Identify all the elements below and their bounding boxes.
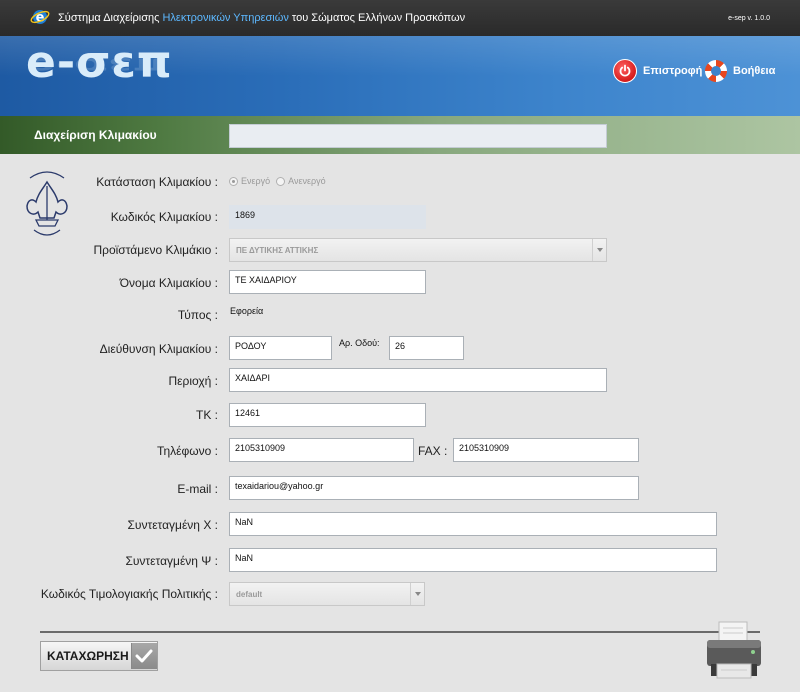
checkmark-icon bbox=[130, 643, 157, 669]
postcode-field[interactable]: 12461 bbox=[229, 403, 426, 427]
status-label: Κατάσταση Κλιμακίου : bbox=[96, 175, 218, 189]
e-logo-icon: e bbox=[30, 10, 50, 26]
postcode-label: ΤΚ : bbox=[195, 408, 218, 422]
name-field[interactable]: ΤΕ ΧΑΙΔΑΡΙΟΥ bbox=[229, 270, 426, 294]
area-field[interactable]: ΧΑΙΔΑΡΙ bbox=[229, 368, 607, 392]
section-title: Διαχείριση Κλιμακίου bbox=[34, 128, 157, 142]
parent-select[interactable]: ΠΕ ΔΥΤΙΚΗΣ ΑΤΤΙΚΗΣ bbox=[229, 238, 607, 262]
help-button[interactable]: Βοήθεια bbox=[705, 58, 775, 84]
address-field[interactable]: ΡΟΔΟΥ bbox=[229, 336, 332, 360]
top-bar: e Σύστημα Διαχείρισης Ηλεκτρονικών Υπηρε… bbox=[0, 0, 800, 36]
divider bbox=[40, 631, 760, 633]
street-number-label: Αρ. Οδού: bbox=[339, 338, 380, 348]
status-radio-group: Ενεργό Ανενεργό bbox=[229, 176, 326, 186]
back-button[interactable]: Επιστροφή bbox=[613, 58, 702, 84]
pricing-select[interactable]: default bbox=[229, 582, 425, 606]
system-title-post: του Σώματος Ελλήνων Προσκόπων bbox=[291, 12, 466, 24]
fax-field[interactable]: 2105310909 bbox=[453, 438, 639, 462]
section-info-box bbox=[229, 124, 607, 148]
code-field: 1869 bbox=[229, 205, 426, 229]
status-radio-active[interactable] bbox=[229, 176, 238, 186]
pricing-label: Κωδικός Τιμολογιακής Πολιτικής : bbox=[40, 587, 218, 601]
submit-button[interactable]: ΚΑΤΑΧΩΡΗΣΗ bbox=[40, 641, 158, 671]
printer-icon[interactable] bbox=[705, 620, 763, 680]
parent-select-value: ΠΕ ΔΥΤΙΚΗΣ ΑΤΤΙΚΗΣ bbox=[236, 246, 319, 255]
app-logo-reflection: e-σεπ bbox=[26, 53, 168, 79]
status-radio-inactive-label: Ανενεργό bbox=[288, 176, 326, 186]
submit-button-label: ΚΑΤΑΧΩΡΗΣΗ bbox=[47, 649, 129, 663]
system-title-highlight: Ηλεκτρονικών Υπηρεσιών bbox=[162, 12, 289, 24]
status-radio-active-label: Ενεργό bbox=[241, 176, 271, 186]
scout-emblem bbox=[26, 171, 68, 236]
chevron-down-icon bbox=[592, 239, 606, 261]
help-button-label: Βοήθεια bbox=[733, 65, 776, 77]
phone-field[interactable]: 2105310909 bbox=[229, 438, 414, 462]
chevron-down-icon bbox=[410, 583, 424, 605]
lifebuoy-icon bbox=[705, 60, 727, 82]
coord-x-field[interactable]: NaN bbox=[229, 512, 717, 536]
type-value: Εφορεία bbox=[230, 306, 264, 316]
power-icon bbox=[613, 59, 637, 83]
fax-label: FAX : bbox=[418, 444, 448, 458]
coord-y-label: Συντεταγμένη Ψ : bbox=[125, 554, 218, 568]
pricing-select-value: default bbox=[236, 590, 263, 599]
status-radio-inactive[interactable] bbox=[276, 176, 286, 186]
name-label: Όνομα Κλιμακίου : bbox=[119, 276, 218, 290]
system-title-pre: Σύστημα Διαχείρισης bbox=[58, 12, 160, 24]
email-field[interactable]: texaidariou@yahoo.gr bbox=[229, 476, 639, 500]
address-label: Διεύθυνση Κλιμακίου : bbox=[99, 342, 218, 356]
street-number-field[interactable]: 26 bbox=[389, 336, 464, 360]
system-title: Σύστημα Διαχείρισης Ηλεκτρονικών Υπηρεσι… bbox=[58, 12, 465, 24]
coord-y-field[interactable]: NaN bbox=[229, 548, 717, 572]
coord-x-label: Συντεταγμένη Χ : bbox=[127, 518, 218, 532]
section-bar: Διαχείριση Κλιμακίου bbox=[0, 116, 800, 154]
parent-label: Προϊστάμενο Κλιμάκιο : bbox=[93, 243, 218, 257]
header-banner: e-σεπ e-σεπ Επιστροφή Βοήθεια bbox=[0, 36, 800, 116]
area-label: Περιοχή : bbox=[168, 374, 219, 388]
phone-label: Τηλέφωνο : bbox=[157, 444, 218, 458]
email-label: E-mail : bbox=[177, 482, 218, 496]
back-button-label: Επιστροφή bbox=[643, 65, 703, 77]
version-label: e-sep v. 1.0.0 bbox=[728, 15, 770, 22]
type-label: Τύπος : bbox=[177, 308, 218, 322]
code-label: Κωδικός Κλιμακίου : bbox=[110, 210, 218, 224]
